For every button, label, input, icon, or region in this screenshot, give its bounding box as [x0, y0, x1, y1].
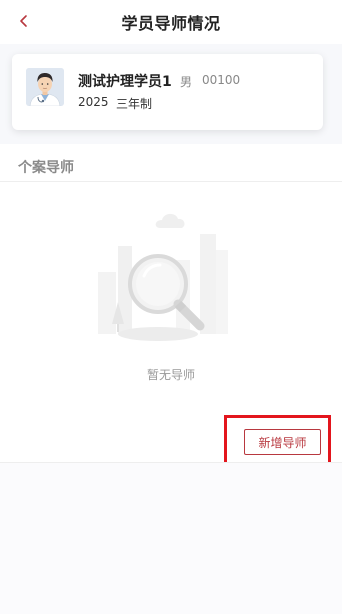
student-code: 00100 — [202, 73, 241, 87]
add-tutor-button[interactable]: 新增导师 — [244, 429, 321, 455]
empty-search-illustration — [92, 206, 232, 348]
bottom-area — [0, 463, 342, 614]
divider — [0, 181, 342, 182]
navigation-bar: 学员导师情况 — [0, 0, 342, 44]
empty-state-text: 暂无导师 — [146, 368, 195, 382]
back-button[interactable] — [12, 9, 36, 33]
student-gender: 男 — [180, 75, 193, 89]
tutor-status-page: 学员导师情况 测试护理学员1 男 00100 2025 三年制 个案导师 暂无导… — [0, 0, 342, 614]
chevron-left-icon — [20, 15, 27, 27]
page-title: 学员导师情况 — [121, 14, 221, 33]
student-card: 测试护理学员1 男 00100 2025 三年制 — [12, 54, 323, 130]
student-program: 三年制 — [116, 97, 153, 111]
student-card-area: 测试护理学员1 男 00100 2025 三年制 — [0, 44, 342, 144]
student-year: 2025 — [78, 95, 109, 109]
doctor-avatar-icon — [26, 68, 64, 106]
section-title: 个案导师 — [18, 160, 74, 176]
student-name: 测试护理学员1 — [78, 74, 172, 90]
